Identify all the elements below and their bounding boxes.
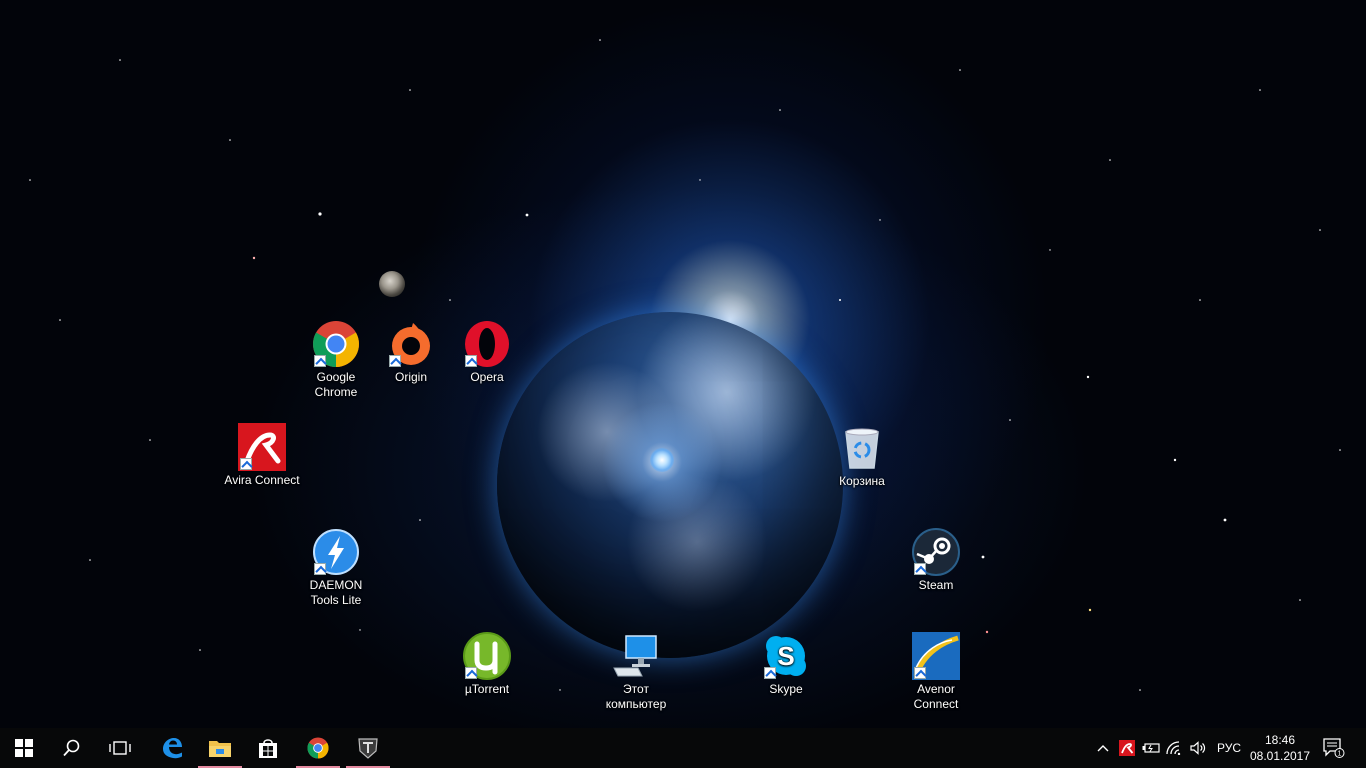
- desktop-icon-label: µTorrent: [464, 682, 510, 696]
- desktop[interactable]: Google Chrome Origin Opera Avira Connect…: [0, 0, 1366, 728]
- desktop-icon-label: DAEMON Tools Lite: [309, 578, 363, 607]
- taskbar-edge[interactable]: [148, 728, 196, 768]
- shortcut-arrow-icon: [465, 355, 477, 367]
- shortcut-arrow-icon: [764, 667, 776, 679]
- shortcut-arrow-icon: [389, 355, 401, 367]
- skype-icon: S: [762, 632, 810, 680]
- file-explorer-icon: [209, 741, 231, 757]
- desktop-icon-this-pc[interactable]: Этот компьютер: [598, 632, 674, 712]
- show-hidden-icons-button[interactable]: [1092, 728, 1114, 768]
- desktop-icon-label: Steam: [918, 578, 954, 592]
- desktop-icon-skype[interactable]: S Skype: [748, 632, 824, 697]
- notification-icon: 1: [1323, 738, 1345, 758]
- chrome-icon: [307, 737, 329, 759]
- avenor-icon: [912, 632, 960, 680]
- desktop-icon-label: Skype: [769, 682, 803, 696]
- desktop-icon-label: Этот компьютер: [605, 682, 667, 711]
- tray-battery[interactable]: [1140, 728, 1162, 768]
- task-view-icon: [109, 741, 131, 755]
- shortcut-arrow-icon: [914, 667, 926, 679]
- desktop-icon-label: Корзина: [839, 474, 885, 488]
- edge-icon: [163, 738, 182, 759]
- start-icon: [15, 739, 33, 757]
- tray-clock[interactable]: 18:46 08.01.2017: [1245, 732, 1315, 764]
- taskbar: РУС 18:46 08.01.2017 1: [0, 728, 1366, 768]
- recycle-bin-icon: [838, 424, 886, 472]
- desktop-icon-recycle-bin[interactable]: Корзина: [824, 424, 900, 489]
- opera-icon: [463, 320, 511, 368]
- clock-date: 08.01.2017: [1249, 749, 1311, 763]
- svg-text:S: S: [777, 641, 794, 671]
- desktop-icon-label: Avenor Connect: [913, 682, 959, 711]
- world-of-tanks-icon: [358, 738, 378, 759]
- earth-wallpaper: [497, 312, 843, 658]
- desktop-icon-label: Google Chrome: [314, 370, 358, 399]
- desktop-icon-label: Opera: [470, 370, 504, 384]
- desktop-icon-avira[interactable]: Avira Connect: [224, 423, 300, 488]
- search-icon: [63, 739, 80, 757]
- desktop-icon-opera[interactable]: Opera: [449, 320, 525, 385]
- notification-count: 1: [1338, 751, 1342, 758]
- shortcut-arrow-icon: [314, 563, 326, 575]
- store-icon: [259, 739, 277, 758]
- desktop-icon-steam[interactable]: Steam: [898, 528, 974, 593]
- shortcut-arrow-icon: [465, 667, 477, 679]
- taskbar-chrome[interactable]: [294, 728, 342, 768]
- shortcut-arrow-icon: [914, 563, 926, 575]
- this-pc-icon: [612, 632, 660, 680]
- tray-network[interactable]: [1164, 728, 1186, 768]
- chrome-icon: [312, 320, 360, 368]
- steam-icon: [912, 528, 960, 576]
- task-view-button[interactable]: [96, 728, 144, 768]
- taskbar-store[interactable]: [244, 728, 292, 768]
- action-center-button[interactable]: 1: [1318, 728, 1350, 768]
- clock-time: 18:46: [1264, 733, 1296, 747]
- desktop-icon-avenor[interactable]: Avenor Connect: [898, 632, 974, 712]
- daemon-tools-icon: [312, 528, 360, 576]
- planet-light: [650, 448, 674, 472]
- speaker-icon: [1190, 741, 1206, 755]
- shortcut-arrow-icon: [240, 458, 252, 470]
- tray-avira[interactable]: [1116, 728, 1138, 768]
- battery-icon: [1142, 743, 1160, 753]
- wifi-icon: [1166, 741, 1181, 755]
- desktop-icon-origin[interactable]: Origin: [373, 320, 449, 385]
- avira-icon: [1119, 740, 1135, 756]
- chevron-up-icon: [1097, 745, 1109, 752]
- language-indicator: РУС: [1216, 741, 1242, 755]
- avira-icon: [238, 423, 286, 471]
- moon: [379, 271, 405, 297]
- desktop-icon-label: Avira Connect: [224, 473, 300, 487]
- taskbar-world-of-tanks[interactable]: [344, 728, 392, 768]
- tray-volume[interactable]: [1188, 728, 1210, 768]
- tray-language[interactable]: РУС: [1212, 728, 1246, 768]
- utorrent-icon: [463, 632, 511, 680]
- origin-icon: [387, 320, 435, 368]
- desktop-icon-chrome[interactable]: Google Chrome: [298, 320, 374, 400]
- taskbar-file-explorer[interactable]: [196, 728, 244, 768]
- desktop-icon-daemon[interactable]: DAEMON Tools Lite: [298, 528, 374, 608]
- search-button[interactable]: [48, 728, 96, 768]
- desktop-icon-utorrent[interactable]: µTorrent: [449, 632, 525, 697]
- desktop-icon-label: Origin: [394, 370, 427, 384]
- shortcut-arrow-icon: [314, 355, 326, 367]
- start-button[interactable]: [0, 728, 48, 768]
